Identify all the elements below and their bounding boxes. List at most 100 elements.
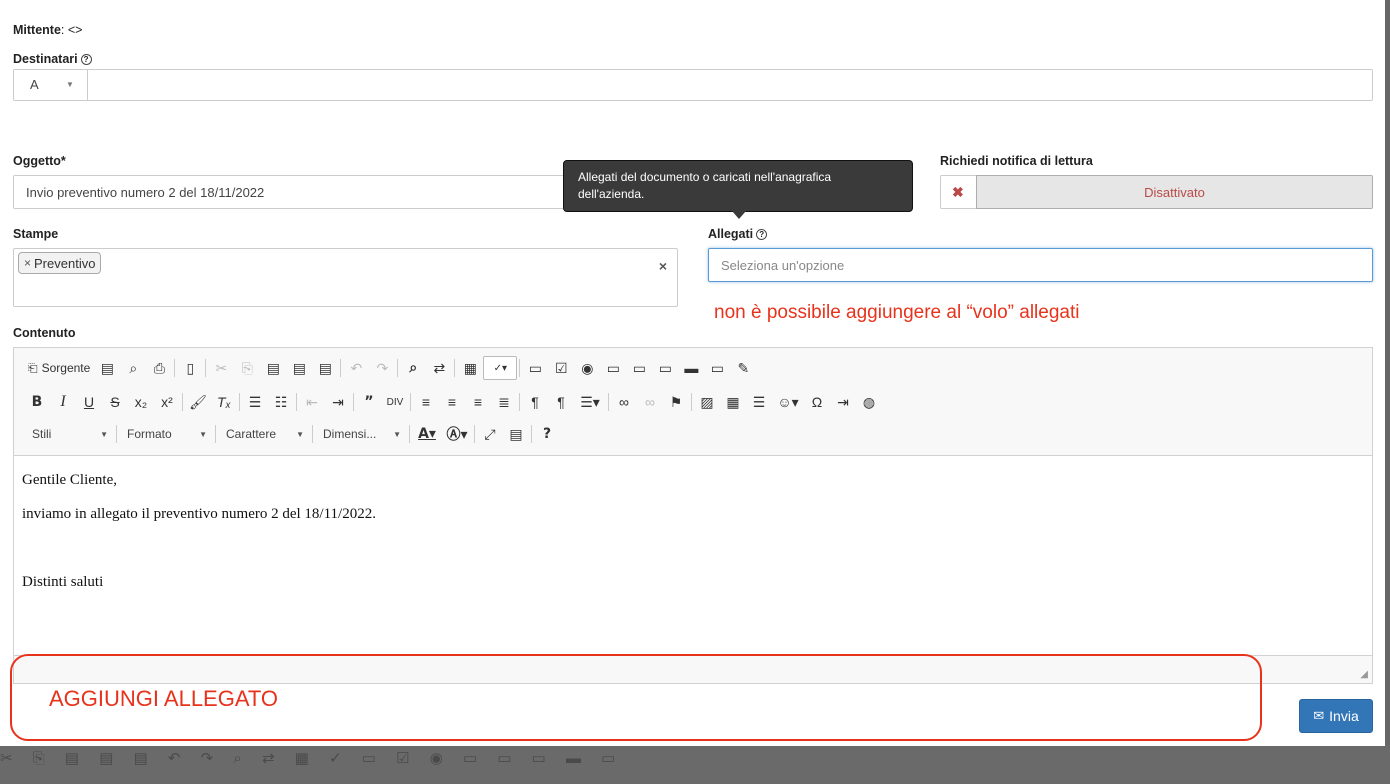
copy-icon[interactable]: ⎘ bbox=[234, 356, 260, 380]
subject-input[interactable]: Invio preventivo numero 2 del 18/11/2022 bbox=[13, 175, 573, 209]
numbered-list-icon[interactable]: ☰ bbox=[242, 390, 268, 414]
find-icon[interactable]: ⌕ bbox=[400, 356, 426, 380]
subscript-icon[interactable]: x₂ bbox=[128, 390, 154, 414]
bold-icon[interactable]: B bbox=[24, 390, 50, 414]
underline-icon[interactable]: U bbox=[76, 390, 102, 414]
remove-format-icon[interactable]: Tₓ bbox=[211, 390, 237, 414]
paste-icon[interactable]: ▤ bbox=[260, 356, 286, 380]
button-field-icon[interactable]: ▬ bbox=[678, 356, 704, 380]
prints-select[interactable]: × Preventivo × bbox=[13, 248, 678, 307]
hidden-field-icon[interactable]: ✎ bbox=[730, 356, 756, 380]
sender-label: Mittente bbox=[13, 23, 61, 37]
recipient-type-select[interactable]: A ▼ bbox=[13, 69, 88, 101]
send-button[interactable]: ✉ Invia bbox=[1299, 699, 1373, 733]
send-button-label: Invia bbox=[1329, 708, 1359, 724]
bg-color-icon[interactable]: Ⓐ▾ bbox=[442, 422, 472, 446]
editor-line-2[interactable]: inviamo in allegato il preventivo numero… bbox=[22, 506, 376, 523]
iframe-globe-icon[interactable]: ◍ bbox=[856, 390, 882, 414]
undo-icon[interactable]: ↶ bbox=[343, 356, 369, 380]
templates-icon[interactable]: ▯ bbox=[177, 356, 203, 380]
editor-line-1[interactable]: Gentile Cliente, bbox=[22, 472, 117, 489]
anchor-flag-icon[interactable]: ⚑ bbox=[663, 390, 689, 414]
read-receipt-toggle[interactable]: Disattivato bbox=[976, 175, 1373, 209]
align-right-icon[interactable]: ≡ bbox=[465, 390, 491, 414]
subject-label: Oggetto* bbox=[13, 154, 66, 168]
horizontal-line-icon[interactable]: ☰ bbox=[746, 390, 772, 414]
align-left-icon[interactable]: ≡ bbox=[413, 390, 439, 414]
link-icon[interactable]: ∞ bbox=[611, 390, 637, 414]
sender-value: <> bbox=[67, 23, 83, 37]
read-receipt-toggle-icon-box[interactable]: ✖ bbox=[940, 175, 977, 209]
unlink-icon[interactable]: ∞ bbox=[637, 390, 663, 414]
remove-tag-icon[interactable]: × bbox=[24, 256, 31, 270]
replace-icon[interactable]: ⇄ bbox=[426, 356, 452, 380]
maximize-icon[interactable]: ⤢ bbox=[477, 422, 503, 446]
rtl-icon[interactable]: ¶ bbox=[548, 390, 574, 414]
envelope-icon: ✉ bbox=[1313, 708, 1325, 723]
italic-icon[interactable]: I bbox=[50, 390, 76, 414]
select-all-icon[interactable]: ▦ bbox=[457, 356, 483, 380]
emoji-icon[interactable]: ☺▾ bbox=[772, 390, 804, 414]
div-container-icon[interactable]: DIV bbox=[382, 390, 408, 414]
attachments-tooltip: Allegati del documento o caricati nell'a… bbox=[563, 160, 913, 219]
background-toolbar-ghost: ✂ ⎘ ▤ ▤ ▤ ↶ ↷ ⌕ ⇄ ▦ ✓ ▭ ☑ ◉ ▭ ▭ ▭ ▬ ▭ ✎ bbox=[0, 750, 620, 767]
text-color-icon[interactable]: A▾ bbox=[412, 422, 442, 446]
format-select[interactable]: Formato ▼ bbox=[119, 423, 213, 445]
spellcheck-icon[interactable]: ✓▾ bbox=[483, 356, 518, 380]
toolbar-row-2: B I U S x₂ x² 🖌 Tₓ ☰ ☷ ⇤ ⇥ ” DIV ≡ ≡ ≡ ≣… bbox=[24, 389, 882, 415]
read-receipt-state: Disattivato bbox=[1144, 185, 1205, 200]
attachments-select[interactable]: Seleziona un'opzione bbox=[708, 248, 1373, 282]
styles-select[interactable]: Stili ▼ bbox=[24, 423, 114, 445]
strikethrough-icon[interactable]: S bbox=[102, 390, 128, 414]
chevron-down-icon: ▼ bbox=[66, 80, 74, 89]
close-icon: ✖ bbox=[952, 184, 964, 200]
image-button-icon[interactable]: ▭ bbox=[704, 356, 730, 380]
paste-word-icon[interactable]: ▤ bbox=[312, 356, 338, 380]
recipients-input[interactable] bbox=[87, 69, 1373, 101]
bulleted-list-icon[interactable]: ☷ bbox=[268, 390, 294, 414]
align-center-icon[interactable]: ≡ bbox=[439, 390, 465, 414]
ltr-icon[interactable]: ¶ bbox=[522, 390, 548, 414]
font-select[interactable]: Carattere ▼ bbox=[218, 423, 310, 445]
page-break-icon[interactable]: ⇥ bbox=[830, 390, 856, 414]
align-justify-icon[interactable]: ≣ bbox=[491, 390, 517, 414]
editor-line-3[interactable]: Distinti saluti bbox=[22, 574, 103, 591]
redo-icon[interactable]: ↷ bbox=[369, 356, 395, 380]
help-icon[interactable]: ? bbox=[534, 422, 560, 446]
textfield-icon[interactable]: ▭ bbox=[600, 356, 626, 380]
select-field-icon[interactable]: ▭ bbox=[652, 356, 678, 380]
sender-row: Mittente: <> bbox=[13, 23, 83, 37]
checkbox-icon[interactable]: ☑ bbox=[548, 356, 574, 380]
pdf-icon[interactable]: ▤ bbox=[94, 356, 120, 380]
help-icon[interactable]: ? bbox=[80, 54, 92, 65]
print-icon[interactable]: ⎙ bbox=[146, 356, 172, 380]
special-char-icon[interactable]: Ω bbox=[804, 390, 830, 414]
format-label: Formato bbox=[127, 427, 172, 441]
blockquote-icon[interactable]: ” bbox=[356, 390, 382, 414]
indent-icon[interactable]: ⇥ bbox=[325, 390, 351, 414]
superscript-icon[interactable]: x² bbox=[154, 390, 180, 414]
size-select[interactable]: Dimensi... ▼ bbox=[315, 423, 407, 445]
resize-handle-icon[interactable]: ◢ bbox=[1360, 669, 1368, 680]
prints-tag[interactable]: × Preventivo bbox=[18, 252, 102, 274]
outdent-icon[interactable]: ⇤ bbox=[299, 390, 325, 414]
source-button[interactable]: ⎗ Sorgente bbox=[24, 356, 94, 380]
radio-icon[interactable]: ◉ bbox=[574, 356, 600, 380]
table-icon[interactable]: ▦ bbox=[720, 390, 746, 414]
language-icon[interactable]: ☰▾ bbox=[574, 390, 606, 414]
preview-icon[interactable]: ⌕ bbox=[120, 356, 146, 380]
image-icon[interactable]: ▨ bbox=[694, 390, 720, 414]
copy-format-icon[interactable]: 🖌 bbox=[185, 390, 211, 414]
recipients-label-row: Destinatari? bbox=[13, 52, 92, 66]
textarea-icon[interactable]: ▭ bbox=[626, 356, 652, 380]
size-label: Dimensi... bbox=[323, 427, 377, 441]
attachments-label-row: Allegati? bbox=[708, 227, 768, 241]
cut-icon[interactable]: ✂ bbox=[208, 356, 234, 380]
form-icon[interactable]: ▭ bbox=[522, 356, 548, 380]
clear-icon[interactable]: × bbox=[659, 258, 667, 274]
show-blocks-icon[interactable]: ▤ bbox=[503, 422, 529, 446]
recipient-type-value: A bbox=[30, 77, 39, 92]
paste-text-icon[interactable]: ▤ bbox=[286, 356, 312, 380]
styles-label: Stili bbox=[32, 427, 52, 441]
help-icon[interactable]: ? bbox=[756, 229, 768, 240]
